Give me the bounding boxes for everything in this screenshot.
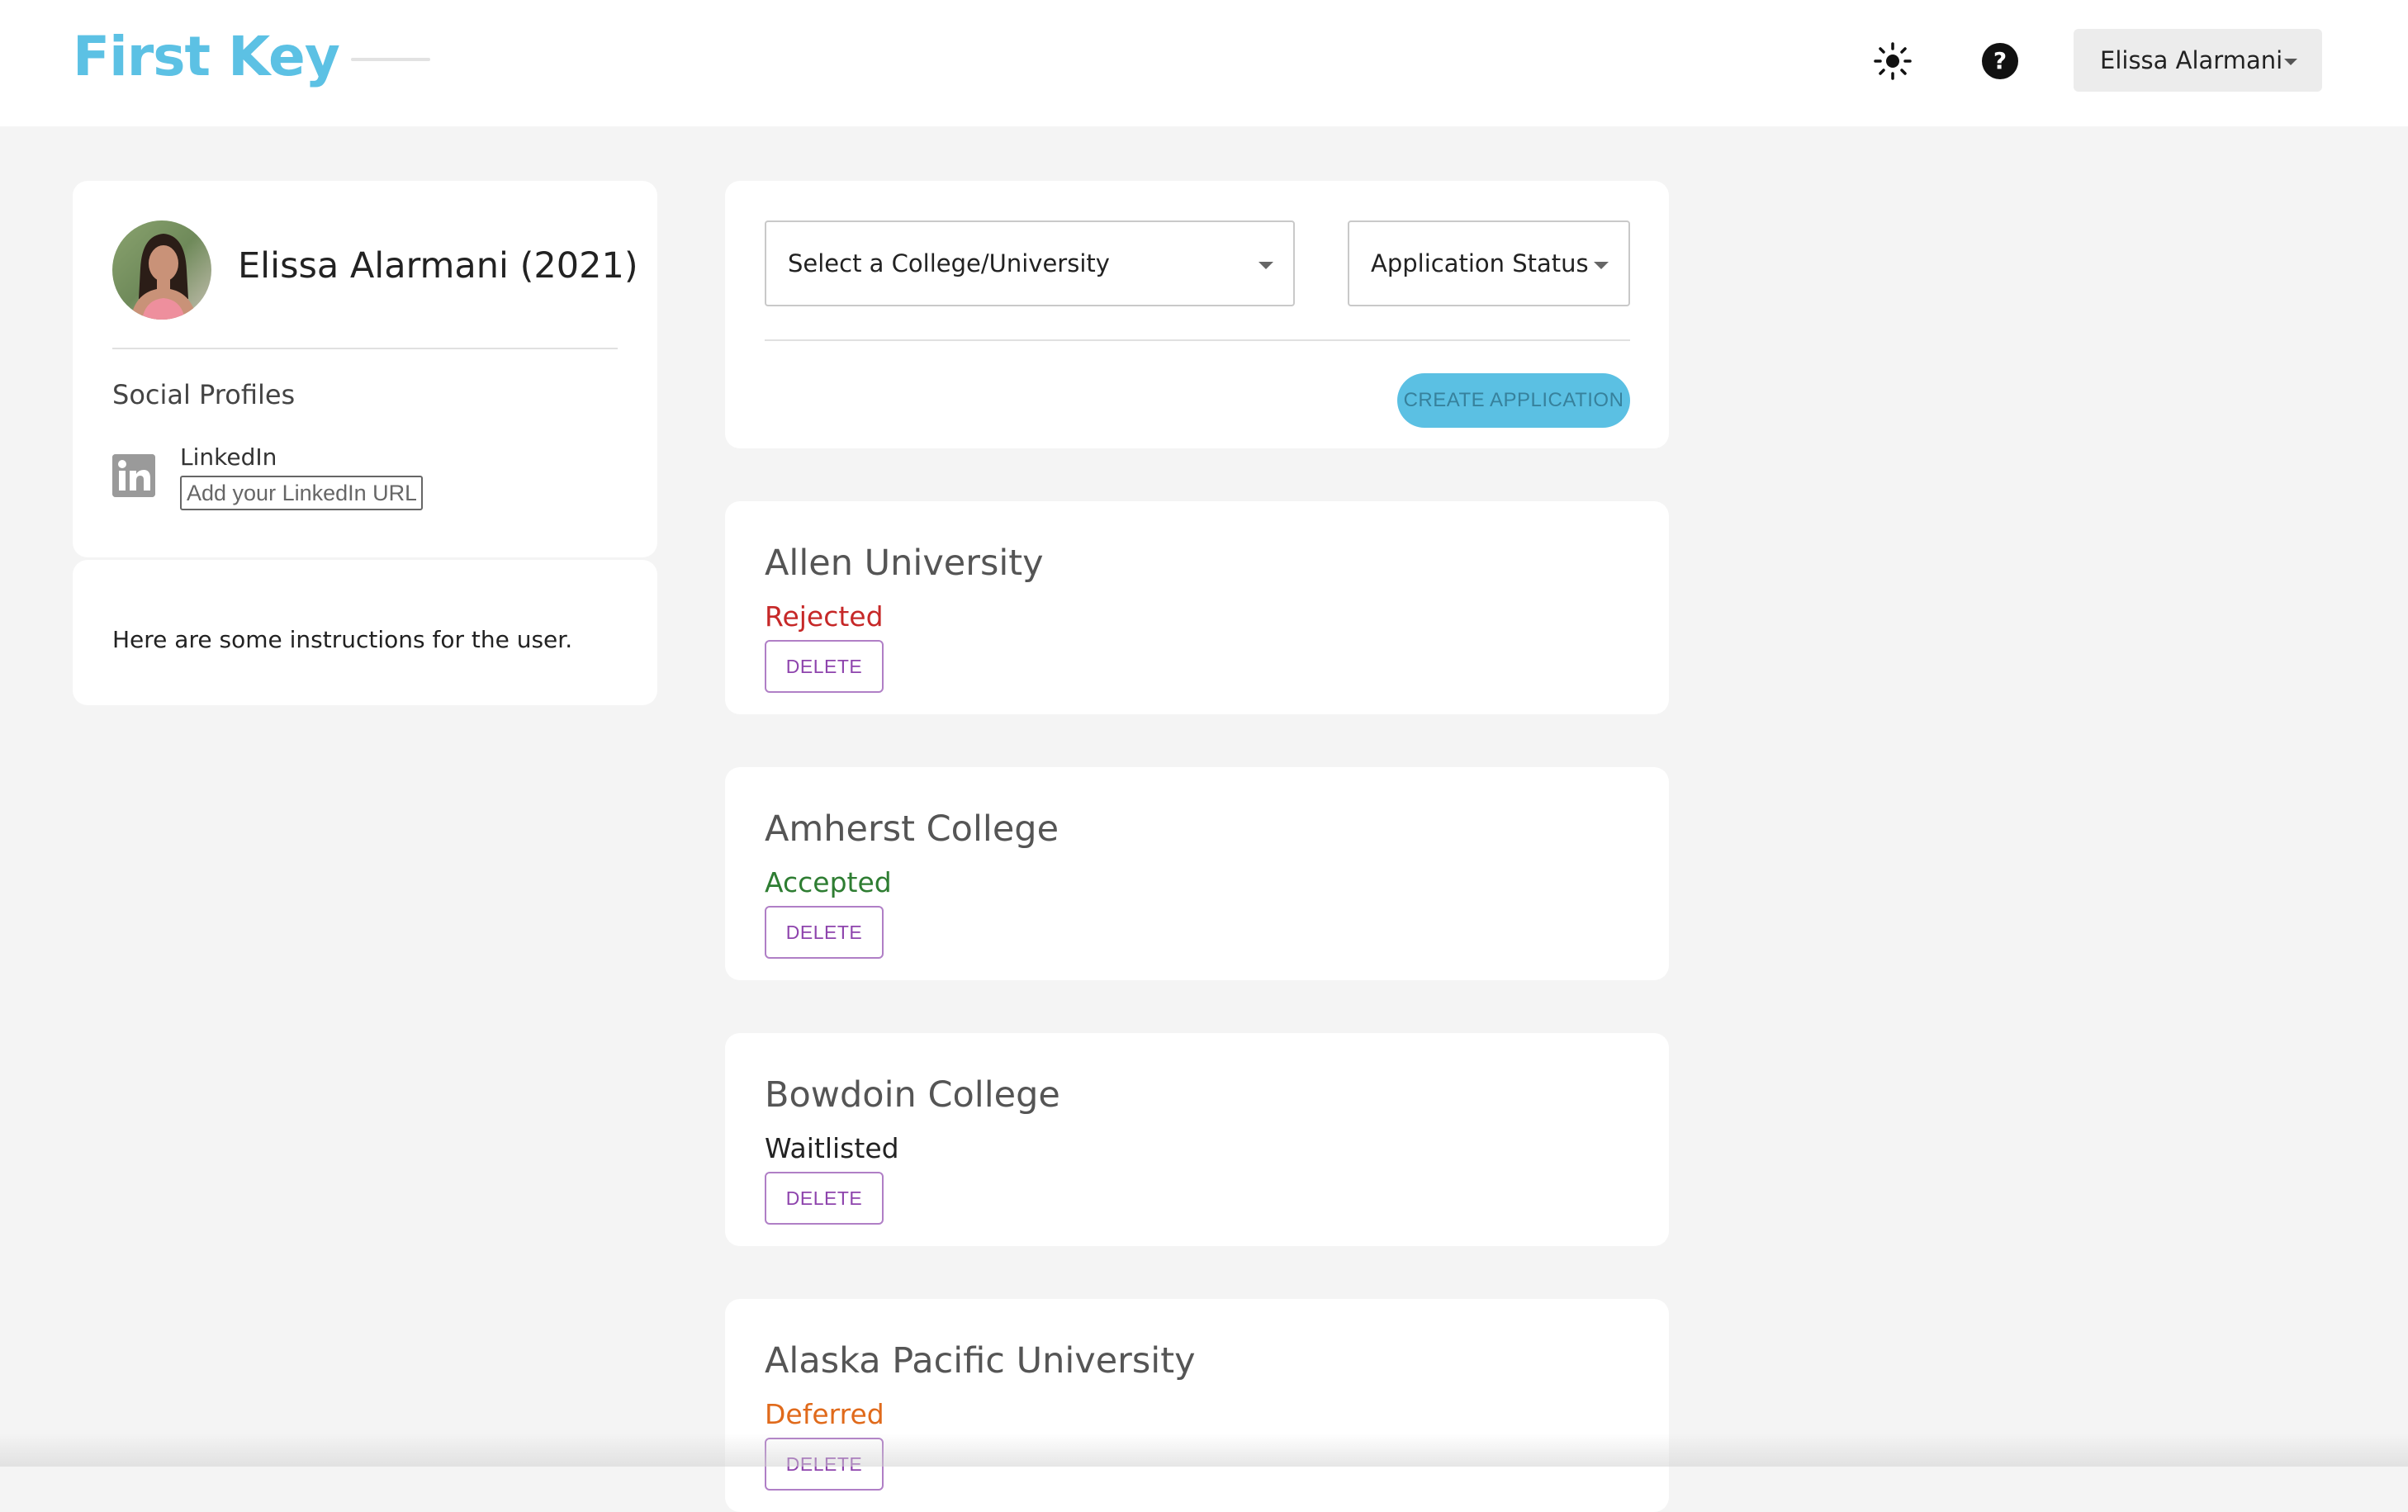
- application-card: Alaska Pacific University Deferred DELET…: [725, 1299, 1669, 1512]
- application-status: Deferred: [765, 1398, 884, 1430]
- chevron-down-icon: [1594, 262, 1609, 269]
- filter-divider: [765, 339, 1630, 341]
- college-select-label: Select a College/University: [788, 249, 1110, 277]
- application-status: Waitlisted: [765, 1132, 899, 1164]
- user-menu-button[interactable]: Elissa Alarmani: [2074, 29, 2322, 92]
- application-card: Allen University Rejected DELETE: [725, 501, 1669, 714]
- linkedin-url-input[interactable]: [180, 476, 423, 510]
- chevron-down-icon: [1259, 262, 1273, 269]
- svg-text:?: ?: [1993, 47, 2007, 74]
- instructions-text: Here are some instructions for the user.: [112, 626, 573, 653]
- status-select[interactable]: Application Status: [1348, 220, 1630, 306]
- social-profiles-title: Social Profiles: [112, 379, 296, 410]
- help-icon[interactable]: ?: [1975, 36, 2025, 86]
- create-application-button[interactable]: CREATE APPLICATION: [1397, 373, 1630, 428]
- college-select[interactable]: Select a College/University: [765, 220, 1295, 306]
- status-select-label: Application Status: [1371, 249, 1589, 277]
- profile-name: Elissa Alarmani (2021): [238, 245, 638, 287]
- application-status: Rejected: [765, 600, 884, 633]
- linkedin-label: LinkedIn: [180, 443, 277, 471]
- application-name: Amherst College: [765, 808, 1059, 850]
- sun-icon[interactable]: [1868, 36, 1917, 86]
- application-status: Accepted: [765, 866, 892, 898]
- profile-card: Elissa Alarmani (2021) Social Profiles L…: [73, 181, 657, 557]
- user-menu-label: Elissa Alarmani: [2100, 46, 2283, 74]
- application-name: Alaska Pacific University: [765, 1340, 1196, 1382]
- scroll-fade: [0, 1434, 2408, 1467]
- instructions-card: Here are some instructions for the user.: [73, 560, 657, 705]
- delete-button[interactable]: DELETE: [765, 640, 884, 693]
- top-bar: First Key ? Elissa Alarmani: [0, 0, 2408, 126]
- application-card: Amherst College Accepted DELETE: [725, 767, 1669, 980]
- delete-button[interactable]: DELETE: [765, 906, 884, 959]
- app-logo[interactable]: First Key: [73, 25, 340, 88]
- delete-button[interactable]: DELETE: [765, 1172, 884, 1225]
- application-name: Bowdoin College: [765, 1074, 1060, 1116]
- application-name: Allen University: [765, 543, 1044, 584]
- chevron-down-icon: [2284, 59, 2298, 65]
- profile-divider: [112, 348, 618, 349]
- filter-card: Select a College/University Application …: [725, 181, 1669, 448]
- linkedin-icon: [112, 454, 155, 497]
- logo-divider: [351, 58, 430, 61]
- avatar: [112, 220, 211, 320]
- application-card: Bowdoin College Waitlisted DELETE: [725, 1033, 1669, 1246]
